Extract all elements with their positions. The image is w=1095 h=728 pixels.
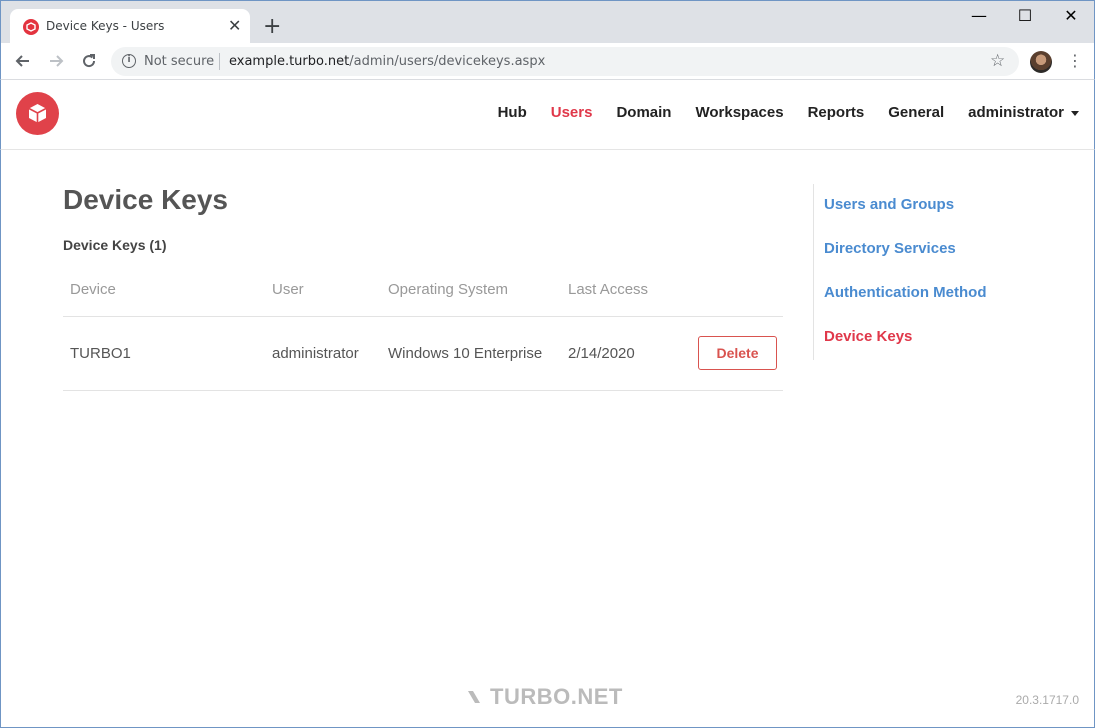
device-keys-table: Device User Operating System Last Access… xyxy=(63,270,783,391)
column-header-last-access: Last Access xyxy=(561,270,691,317)
nav-item-users[interactable]: Users xyxy=(551,104,593,121)
app-header: Hub Users Domain Workspaces Reports Gene… xyxy=(0,80,1095,150)
turbo-favicon-icon xyxy=(23,19,39,35)
sidebar-item-users-and-groups[interactable]: Users and Groups xyxy=(824,196,954,213)
nav-item-reports[interactable]: Reports xyxy=(808,104,865,121)
sidebar-item-device-keys[interactable]: Device Keys xyxy=(824,328,912,345)
info-icon[interactable]: i xyxy=(122,54,136,68)
address-bar[interactable]: i Not secure example.turbo.net/admin/use… xyxy=(111,47,1019,76)
url-path: /admin/users/devicekeys.aspx xyxy=(349,54,546,69)
reload-icon[interactable] xyxy=(79,51,99,71)
turbo-mark-icon xyxy=(468,691,480,703)
column-header-user: User xyxy=(265,270,381,317)
page-title: Device Keys xyxy=(63,184,229,215)
nav-item-hub[interactable]: Hub xyxy=(498,104,527,121)
nav-item-domain[interactable]: Domain xyxy=(616,104,671,121)
footer-brand-text: TURBO.NET xyxy=(490,684,623,709)
new-tab-button[interactable]: + xyxy=(263,16,281,38)
url-host: example.turbo.net xyxy=(229,54,350,69)
bookmark-star-icon[interactable]: ☆ xyxy=(990,51,1005,71)
url-text[interactable]: example.turbo.net/admin/users/devicekeys… xyxy=(229,54,545,69)
column-header-os: Operating System xyxy=(381,270,561,317)
omnibox-divider xyxy=(219,53,220,70)
forward-arrow-icon[interactable] xyxy=(46,51,66,71)
sidebar: Users and Groups Directory Services Auth… xyxy=(813,184,1033,360)
user-menu[interactable]: administrator xyxy=(968,104,1079,121)
footer-brand: TURBO.NET xyxy=(466,684,623,710)
window-minimize-button[interactable]: — xyxy=(956,6,1002,28)
sidebar-item-directory-services[interactable]: Directory Services xyxy=(824,240,956,257)
browser-menu-icon[interactable]: ⋮ xyxy=(1067,50,1083,72)
table-row: TURBO1 administrator Windows 10 Enterpri… xyxy=(63,316,783,391)
chevron-down-icon xyxy=(1071,110,1079,116)
nav-item-general[interactable]: General xyxy=(888,104,944,121)
browser-titlebar: Device Keys - Users ✕ + — ☐ ✕ xyxy=(0,0,1095,44)
cell-device: TURBO1 xyxy=(63,316,265,391)
section-title: Device Keys (1) xyxy=(63,237,167,253)
window-maximize-button[interactable]: ☐ xyxy=(1002,6,1048,28)
user-menu-label: administrator xyxy=(968,104,1064,121)
profile-avatar[interactable] xyxy=(1030,51,1052,73)
tab-title: Device Keys - Users xyxy=(46,19,165,33)
browser-tab[interactable]: Device Keys - Users ✕ xyxy=(10,9,250,44)
tab-close-icon[interactable]: ✕ xyxy=(228,18,241,34)
cell-last-access: 2/14/2020 xyxy=(561,316,691,391)
cell-actions: Delete xyxy=(691,316,783,391)
table-header-row: Device User Operating System Last Access xyxy=(63,270,783,317)
browser-toolbar: i Not secure example.turbo.net/admin/use… xyxy=(0,43,1095,80)
cell-os: Windows 10 Enterprise xyxy=(381,316,561,391)
nav-item-workspaces[interactable]: Workspaces xyxy=(695,104,783,121)
back-arrow-icon[interactable] xyxy=(13,51,33,71)
version-label: 20.3.1717.0 xyxy=(1015,693,1079,707)
turbo-logo-icon[interactable] xyxy=(16,92,59,135)
sidebar-item-authentication-method[interactable]: Authentication Method xyxy=(824,284,986,301)
window-close-button[interactable]: ✕ xyxy=(1048,6,1094,28)
delete-button[interactable]: Delete xyxy=(698,336,777,370)
cell-user: administrator xyxy=(265,316,381,391)
security-label: Not secure xyxy=(144,54,215,69)
column-header-actions xyxy=(691,270,783,317)
top-navigation: Hub Users Domain Workspaces Reports Gene… xyxy=(474,104,1079,121)
column-header-device: Device xyxy=(63,270,265,317)
